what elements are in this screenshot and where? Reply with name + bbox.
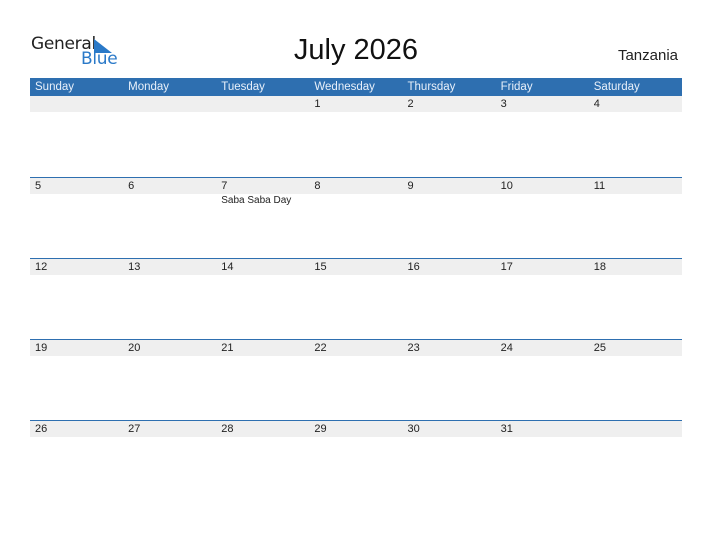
day-number-row: 5 6 7 8 9 10 11 <box>30 178 682 194</box>
weekday-header: Sunday Monday Tuesday Wednesday Thursday… <box>30 78 682 96</box>
day-event <box>403 194 496 206</box>
day-number: 11 <box>593 180 606 192</box>
day-event <box>589 112 682 113</box>
weekday-thursday: Thursday <box>407 81 456 93</box>
day-event <box>589 275 682 276</box>
day-number: 12 <box>35 261 48 273</box>
day-number: 17 <box>500 261 513 273</box>
day-number: 2 <box>407 98 414 110</box>
weekday-saturday: Saturday <box>593 81 640 93</box>
day-number: 20 <box>128 342 141 354</box>
day-number: 26 <box>35 423 48 435</box>
day-event <box>496 112 589 113</box>
day-event <box>123 194 216 206</box>
day-number: 30 <box>407 423 420 435</box>
day-number: 14 <box>221 261 234 273</box>
day-event <box>216 275 309 276</box>
weekday-sunday: Sunday <box>35 81 75 93</box>
weekday-monday: Monday <box>128 81 170 93</box>
day-number: 4 <box>593 98 600 110</box>
day-event <box>30 275 123 276</box>
day-event <box>216 437 309 438</box>
day-number <box>30 96 123 112</box>
day-event <box>123 112 216 113</box>
day-number <box>216 96 309 112</box>
calendar-grid: Sunday Monday Tuesday Wednesday Thursday… <box>30 78 682 501</box>
day-event <box>123 437 216 438</box>
day-number <box>589 421 682 437</box>
week-row: 26 27 28 29 30 31 <box>30 420 682 501</box>
day-number: 31 <box>500 423 513 435</box>
day-number: 3 <box>500 98 507 110</box>
day-event <box>30 437 123 438</box>
day-event <box>589 356 682 357</box>
day-number-row: 19 20 21 22 23 24 25 <box>30 340 682 356</box>
day-event <box>309 194 402 206</box>
event-row <box>30 356 682 357</box>
calendar-title: July 2026 <box>293 34 419 66</box>
day-number: 25 <box>593 342 606 354</box>
day-number: 27 <box>128 423 141 435</box>
day-number-row: 12 13 14 15 16 17 18 <box>30 259 682 275</box>
day-event <box>30 356 123 357</box>
event-row <box>30 112 682 113</box>
day-event <box>589 437 682 438</box>
day-number-row: 26 27 28 29 30 31 <box>30 421 682 437</box>
weeks-container: 1 2 3 4 5 6 7 8 9 10 11 Saba Saba Day 12 13 14 15 16 17 18… <box>30 96 682 501</box>
event-row <box>30 275 682 276</box>
day-event <box>403 112 496 113</box>
day-number: 29 <box>314 423 327 435</box>
day-number: 23 <box>407 342 420 354</box>
day-number: 21 <box>221 342 234 354</box>
day-event <box>30 194 123 206</box>
day-number: 18 <box>593 261 606 273</box>
day-event <box>216 112 309 113</box>
day-number: 6 <box>128 180 135 192</box>
day-event: Saba Saba Day <box>221 195 292 206</box>
day-event <box>309 356 402 357</box>
day-event <box>496 356 589 357</box>
day-event <box>309 275 402 276</box>
day-number: 28 <box>221 423 234 435</box>
event-row: Saba Saba Day <box>30 194 682 206</box>
day-number: 8 <box>314 180 321 192</box>
day-number: 24 <box>500 342 513 354</box>
week-row: 5 6 7 8 9 10 11 Saba Saba Day <box>30 177 682 258</box>
day-event <box>496 275 589 276</box>
day-event <box>403 356 496 357</box>
day-number: 9 <box>407 180 414 192</box>
week-row: 12 13 14 15 16 17 18 <box>30 258 682 339</box>
country-label: Tanzania <box>617 47 678 64</box>
day-number: 22 <box>314 342 327 354</box>
day-event <box>589 194 682 206</box>
day-number: 13 <box>128 261 141 273</box>
day-number: 1 <box>314 98 321 110</box>
event-row <box>30 437 682 438</box>
day-number <box>123 96 216 112</box>
day-number: 19 <box>35 342 48 354</box>
day-number: 7 <box>221 180 228 192</box>
day-number: 5 <box>35 180 42 192</box>
day-event <box>123 356 216 357</box>
day-number: 15 <box>314 261 327 273</box>
day-event <box>123 275 216 276</box>
weekday-tuesday: Tuesday <box>221 81 265 93</box>
day-event <box>309 112 402 113</box>
day-number-row: 1 2 3 4 <box>30 96 682 112</box>
week-row: 19 20 21 22 23 24 25 <box>30 339 682 420</box>
day-number: 10 <box>500 180 513 192</box>
day-number: 16 <box>407 261 420 273</box>
day-event <box>403 275 496 276</box>
weekday-wednesday: Wednesday <box>314 81 375 93</box>
week-row: 1 2 3 4 <box>30 96 682 177</box>
day-event <box>496 194 589 206</box>
day-event <box>496 437 589 438</box>
day-event <box>403 437 496 438</box>
weekday-friday: Friday <box>500 81 533 93</box>
day-event <box>309 437 402 438</box>
day-event <box>216 356 309 357</box>
day-event <box>30 112 123 113</box>
